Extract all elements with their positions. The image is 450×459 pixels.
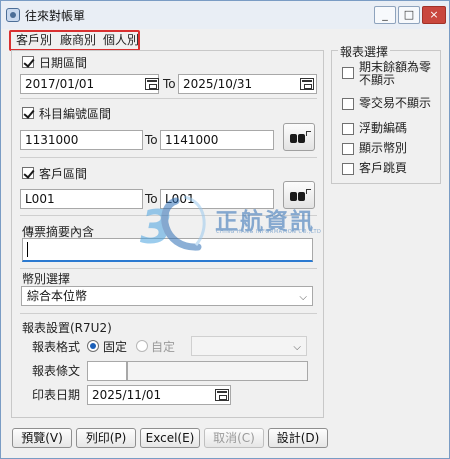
title-bar: 往來對帳單 _ □ × [1,1,449,29]
account-range-label: 科目編號區間 [39,107,112,121]
excel-button[interactable]: Excel(E) [140,428,200,448]
divider [20,268,317,269]
tab-personal[interactable]: 個人別 [100,31,142,49]
custom-format-select[interactable]: ⌵ [191,336,307,356]
report-settings-label: 報表設置(R7U2) [22,321,112,335]
criteria-panel: 日期區間 2017/01/01 To 2025/10/31 科目編號區間 113… [11,50,324,418]
chevron-down-icon: ⌵ [299,292,307,303]
report-options-group: 期末餘額為零不顯示 零交易不顯示 浮動編碼 顯示幣別 客戶跳頁 [331,50,441,184]
report-condition-name-field [127,361,308,381]
option-hide-zero-balance-checkbox[interactable] [342,67,354,79]
customer-lookup-button[interactable] [283,181,315,209]
currency-select[interactable]: 綜合本位幣 ⌵ [21,286,313,306]
account-range-checkbox[interactable] [22,107,34,119]
divider [20,215,317,216]
calendar-icon[interactable] [215,389,229,401]
customer-from-field[interactable]: L001 [20,189,143,209]
report-format-label: 報表格式 [32,340,81,354]
customer-range-label: 客戶區間 [39,167,88,181]
report-condition-code-field[interactable] [87,361,127,381]
report-window: 往來對帳單 _ □ × 客戶別 廠商別 個人別 日期區間 2017/01/01 … [0,0,450,459]
calendar-icon[interactable] [300,78,314,90]
account-lookup-button[interactable] [283,123,315,151]
currency-select-value: 綜合本位幣 [27,289,88,303]
binoculars-icon [290,132,306,144]
format-custom-label: 自定 [151,340,176,354]
date-range-checkbox[interactable] [22,56,34,68]
option-show-currency-label: 顯示幣別 [359,141,408,155]
report-options-label: 報表選擇 [338,43,391,60]
close-button[interactable]: × [422,6,446,24]
customer-to-label: To [145,192,158,206]
date-to-field[interactable]: 2025/10/31 [178,74,317,94]
currency-label: 幣別選擇 [22,272,71,286]
design-button[interactable]: 設計(D) [268,428,328,448]
cancel-button[interactable]: 取消(C) [204,428,264,448]
account-to-field[interactable]: 1141000 [160,130,274,150]
option-floating-code-checkbox[interactable] [342,123,354,135]
text-caret [27,242,28,257]
option-floating-code-label: 浮動編碼 [359,121,408,135]
format-fixed-radio[interactable] [87,340,99,352]
print-button[interactable]: 列印(P) [76,428,136,448]
format-custom-radio[interactable] [136,340,148,352]
date-from-field[interactable]: 2017/01/01 [20,74,159,94]
option-customer-page-break-label: 客戶跳頁 [359,161,408,175]
option-customer-page-break-checkbox[interactable] [342,163,354,175]
tab-customer[interactable]: 客戶別 [13,31,55,49]
chevron-down-icon: ⌵ [293,342,301,353]
date-to-label: To [163,77,176,91]
tab-vendor[interactable]: 廠商別 [57,31,99,49]
memo-input[interactable] [22,238,313,262]
divider [20,98,317,99]
customer-range-checkbox[interactable] [22,167,34,179]
print-date-label: 印表日期 [32,388,81,402]
divider [20,313,317,314]
customer-to-field[interactable]: L001 [160,189,274,209]
preview-button[interactable]: 預覽(V) [12,428,72,448]
account-to-label: To [145,133,158,147]
app-icon [6,8,20,22]
date-range-label: 日期區間 [39,56,88,70]
account-from-field[interactable]: 1131000 [20,130,143,150]
option-hide-zero-transactions-checkbox[interactable] [342,98,354,110]
binoculars-icon [290,190,306,202]
maximize-button[interactable]: □ [398,6,420,24]
print-date-field[interactable]: 2025/11/01 [87,385,231,405]
report-condition-label: 報表條文 [32,364,81,378]
minimize-button[interactable]: _ [374,6,396,24]
divider [20,157,317,158]
window-title: 往來對帳單 [25,9,86,23]
calendar-icon[interactable] [145,78,159,90]
option-show-currency-checkbox[interactable] [342,143,354,155]
option-hide-zero-balance-label: 期末餘額為零不顯示 [359,60,432,87]
format-fixed-label: 固定 [103,340,128,354]
option-hide-zero-transactions-label: 零交易不顯示 [359,96,432,110]
